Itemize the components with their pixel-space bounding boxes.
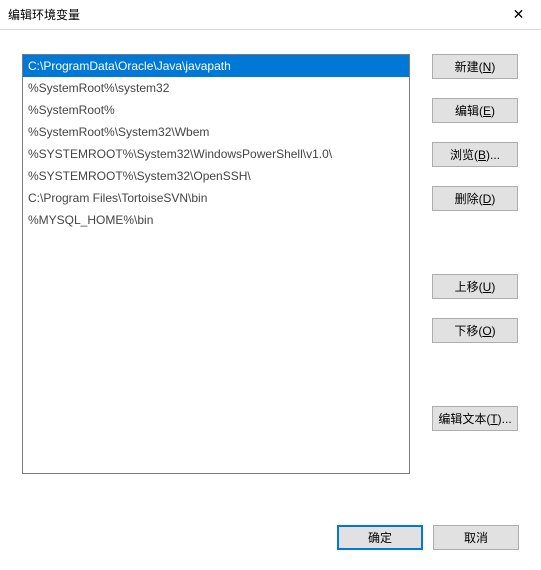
browse-button[interactable]: 浏览(B)...: [432, 142, 518, 167]
list-item[interactable]: %SYSTEMROOT%\System32\OpenSSH\: [23, 165, 409, 187]
list-item[interactable]: C:\Program Files\TortoiseSVN\bin: [23, 187, 409, 209]
button-column: 新建(N) 编辑(E) 浏览(B)... 删除(D) 上移(U) 下移(O) 编…: [432, 54, 518, 474]
titlebar: 编辑环境变量 ✕: [0, 0, 541, 30]
ok-button[interactable]: 确定: [337, 525, 423, 550]
cancel-button[interactable]: 取消: [433, 525, 519, 550]
window-title: 编辑环境变量: [8, 6, 80, 23]
list-item[interactable]: %SystemRoot%: [23, 99, 409, 121]
new-button[interactable]: 新建(N): [432, 54, 518, 79]
close-icon: ✕: [513, 6, 525, 23]
list-item[interactable]: C:\ProgramData\Oracle\Java\javapath: [23, 55, 409, 77]
dialog-content: C:\ProgramData\Oracle\Java\javapath%Syst…: [0, 30, 541, 474]
bottom-bar: 确定 取消: [337, 525, 519, 550]
path-listbox[interactable]: C:\ProgramData\Oracle\Java\javapath%Syst…: [22, 54, 410, 474]
list-item[interactable]: %SystemRoot%\system32: [23, 77, 409, 99]
list-item[interactable]: %MYSQL_HOME%\bin: [23, 209, 409, 231]
move-up-button[interactable]: 上移(U): [432, 274, 518, 299]
move-down-button[interactable]: 下移(O): [432, 318, 518, 343]
list-item[interactable]: %SYSTEMROOT%\System32\WindowsPowerShell\…: [23, 143, 409, 165]
edit-text-button[interactable]: 编辑文本(T)...: [432, 406, 518, 431]
list-item[interactable]: %SystemRoot%\System32\Wbem: [23, 121, 409, 143]
edit-button[interactable]: 编辑(E): [432, 98, 518, 123]
close-button[interactable]: ✕: [496, 0, 541, 30]
delete-button[interactable]: 删除(D): [432, 186, 518, 211]
